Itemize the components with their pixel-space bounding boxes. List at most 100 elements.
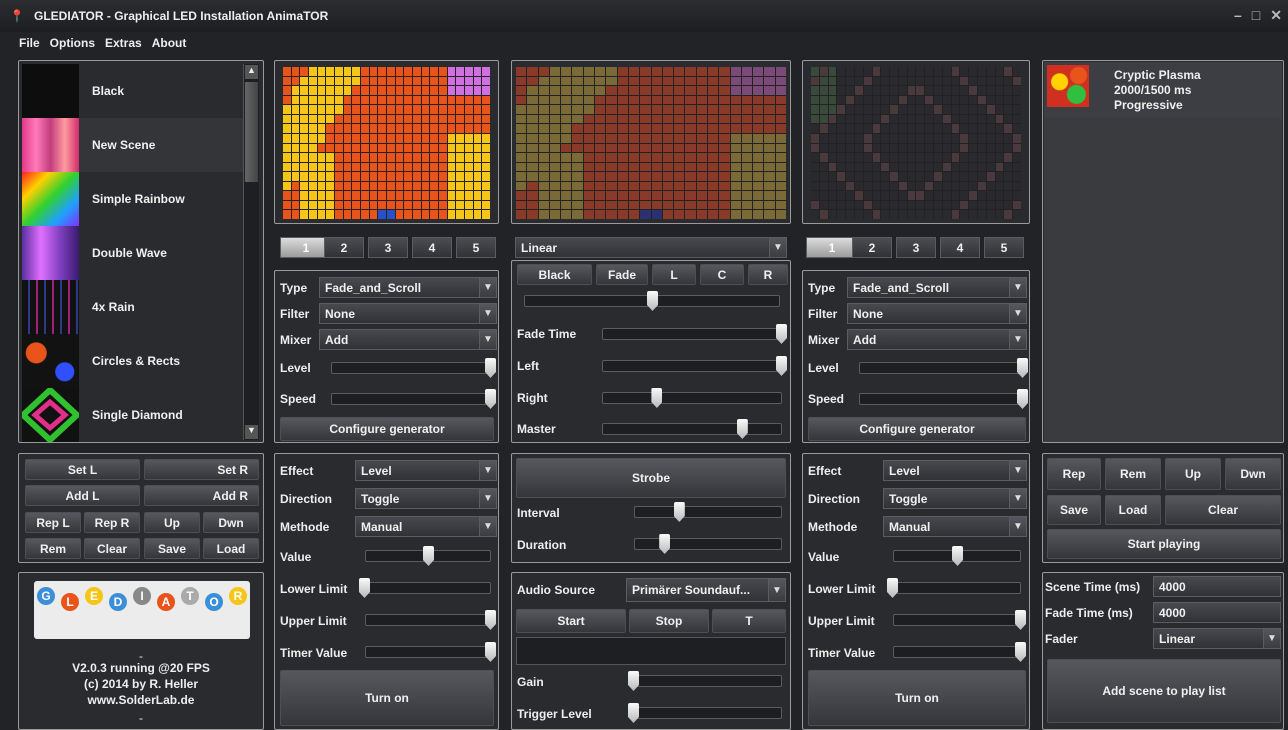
remove-button[interactable]: Rem [25,538,81,559]
left-tab-2[interactable]: 2 [324,237,364,258]
left-methode-select[interactable]: Manual ▼ [355,516,497,537]
scene-list-scrollbar[interactable]: ▲ ▼ [243,64,259,440]
left-speed-slider[interactable] [331,389,496,409]
add-r-button[interactable]: Add R [144,485,259,506]
right-tab-5[interactable]: 5 [984,237,1024,258]
audio-start-button[interactable]: Start [516,609,626,633]
load-button[interactable]: Load [203,538,259,559]
scene-item-single-diamond[interactable]: Single Diamond [18,385,244,445]
l-button[interactable]: L [652,264,696,285]
playlist-fader-select[interactable]: Linear ▼ [1153,628,1281,649]
left-turn-on-button[interactable]: Turn on [280,670,494,726]
slider-thumb[interactable] [628,703,639,723]
right-tab-4[interactable]: 4 [940,237,980,258]
maximize-icon[interactable]: □ [1252,7,1260,24]
down-button[interactable]: Dwn [203,512,259,533]
left-mixer-select[interactable]: Add ▼ [319,329,497,350]
right-turn-on-button[interactable]: Turn on [808,670,1026,726]
up-button[interactable]: Up [144,512,200,533]
right-mixer-select[interactable]: Add ▼ [847,329,1027,350]
slider-thumb[interactable] [423,546,434,566]
slider-thumb[interactable] [359,578,370,598]
slider-thumb[interactable] [628,671,639,691]
fader-type-select[interactable]: Linear ▼ [515,237,787,258]
fade-button[interactable]: Fade [596,264,648,285]
r-button[interactable]: R [748,264,788,285]
set-l-button[interactable]: Set L [25,459,140,480]
close-icon[interactable]: ✕ [1270,7,1282,24]
left-upper-limit-slider[interactable] [365,610,496,630]
right-tab-1[interactable]: 1 [806,237,858,258]
left-tab-5[interactable]: 5 [456,237,496,258]
right-direction-select[interactable]: Toggle ▼ [883,488,1027,509]
menu-extras[interactable]: Extras [105,36,142,50]
menu-file[interactable]: File [19,36,40,50]
slider-thumb[interactable] [1015,610,1026,630]
right-type-select[interactable]: Fade_and_Scroll ▼ [847,277,1027,298]
slider-thumb[interactable] [485,642,496,662]
scene-time-input[interactable]: 4000 [1153,576,1281,597]
right-lower-limit-slider[interactable] [887,578,1021,598]
website-link[interactable]: www.SolderLab.de [19,693,263,707]
menu-options[interactable]: Options [50,36,95,50]
right-tab-3[interactable]: 3 [896,237,936,258]
right-effect-select[interactable]: Level ▼ [883,460,1027,481]
gain-slider[interactable] [628,671,782,691]
left-effect-select[interactable]: Level ▼ [355,460,497,481]
scroll-thumb[interactable] [245,82,258,182]
audio-stop-button[interactable]: Stop [629,609,709,633]
minimize-icon[interactable]: – [1234,7,1242,24]
right-value-slider[interactable] [893,546,1021,566]
slider-thumb[interactable] [776,356,787,376]
right-upper-limit-slider[interactable] [893,610,1026,630]
fade-time-slider[interactable] [602,324,787,344]
slider-thumb[interactable] [485,610,496,630]
left-lower-limit-slider[interactable] [359,578,491,598]
slider-thumb[interactable] [485,389,496,409]
left-level-slider[interactable] [331,358,496,378]
playlist-item[interactable]: Cryptic Plasma 2000/1500 ms Progressive [1044,62,1282,118]
left-direction-select[interactable]: Toggle ▼ [355,488,497,509]
start-playing-button[interactable]: Start playing [1047,529,1281,559]
scene-item-new-scene[interactable]: New Scene [22,118,244,172]
scene-item-black[interactable]: Black [22,64,244,118]
trigger-level-slider[interactable] [628,703,782,723]
scroll-up-icon[interactable]: ▲ [245,65,258,79]
left-slider[interactable] [602,356,787,376]
right-slider[interactable] [602,388,782,408]
slider-thumb[interactable] [647,291,658,311]
slider-thumb[interactable] [1017,389,1028,409]
playlist-rep-button[interactable]: Rep [1047,458,1101,490]
scene-item-4x-rain[interactable]: 4x Rain [22,280,244,334]
playlist-save-button[interactable]: Save [1047,495,1101,525]
slider-thumb[interactable] [485,358,496,378]
scene-item-double-wave[interactable]: Double Wave [22,226,244,280]
strobe-button[interactable]: Strobe [516,458,786,498]
playlist-load-button[interactable]: Load [1105,495,1161,525]
interval-slider[interactable] [634,502,782,522]
left-tab-4[interactable]: 4 [412,237,452,258]
scroll-down-icon[interactable]: ▼ [245,425,258,439]
right-level-slider[interactable] [859,358,1028,378]
rep-r-button[interactable]: Rep R [84,512,140,533]
left-value-slider[interactable] [365,546,491,566]
right-configure-generator-button[interactable]: Configure generator [808,417,1026,441]
left-filter-select[interactable]: None ▼ [319,303,497,324]
left-timer-slider[interactable] [365,642,496,662]
duration-slider[interactable] [634,534,782,554]
audio-source-select[interactable]: Primärer Soundauf... ▼ [626,578,786,602]
set-r-button[interactable]: Set R [144,459,259,480]
playlist-rem-button[interactable]: Rem [1105,458,1161,490]
playlist-down-button[interactable]: Dwn [1225,458,1281,490]
left-type-select[interactable]: Fade_and_Scroll ▼ [319,277,497,298]
fade-time-input[interactable]: 4000 [1153,602,1281,623]
right-tab-2[interactable]: 2 [852,237,892,258]
scene-item-simple-rainbow[interactable]: Simple Rainbow [22,172,244,226]
slider-thumb[interactable] [776,324,787,344]
master-slider[interactable] [602,419,782,439]
add-scene-to-playlist-button[interactable]: Add scene to play list [1047,659,1281,723]
slider-thumb[interactable] [1017,358,1028,378]
save-button[interactable]: Save [144,538,200,559]
left-tab-3[interactable]: 3 [368,237,408,258]
right-filter-select[interactable]: None ▼ [847,303,1027,324]
